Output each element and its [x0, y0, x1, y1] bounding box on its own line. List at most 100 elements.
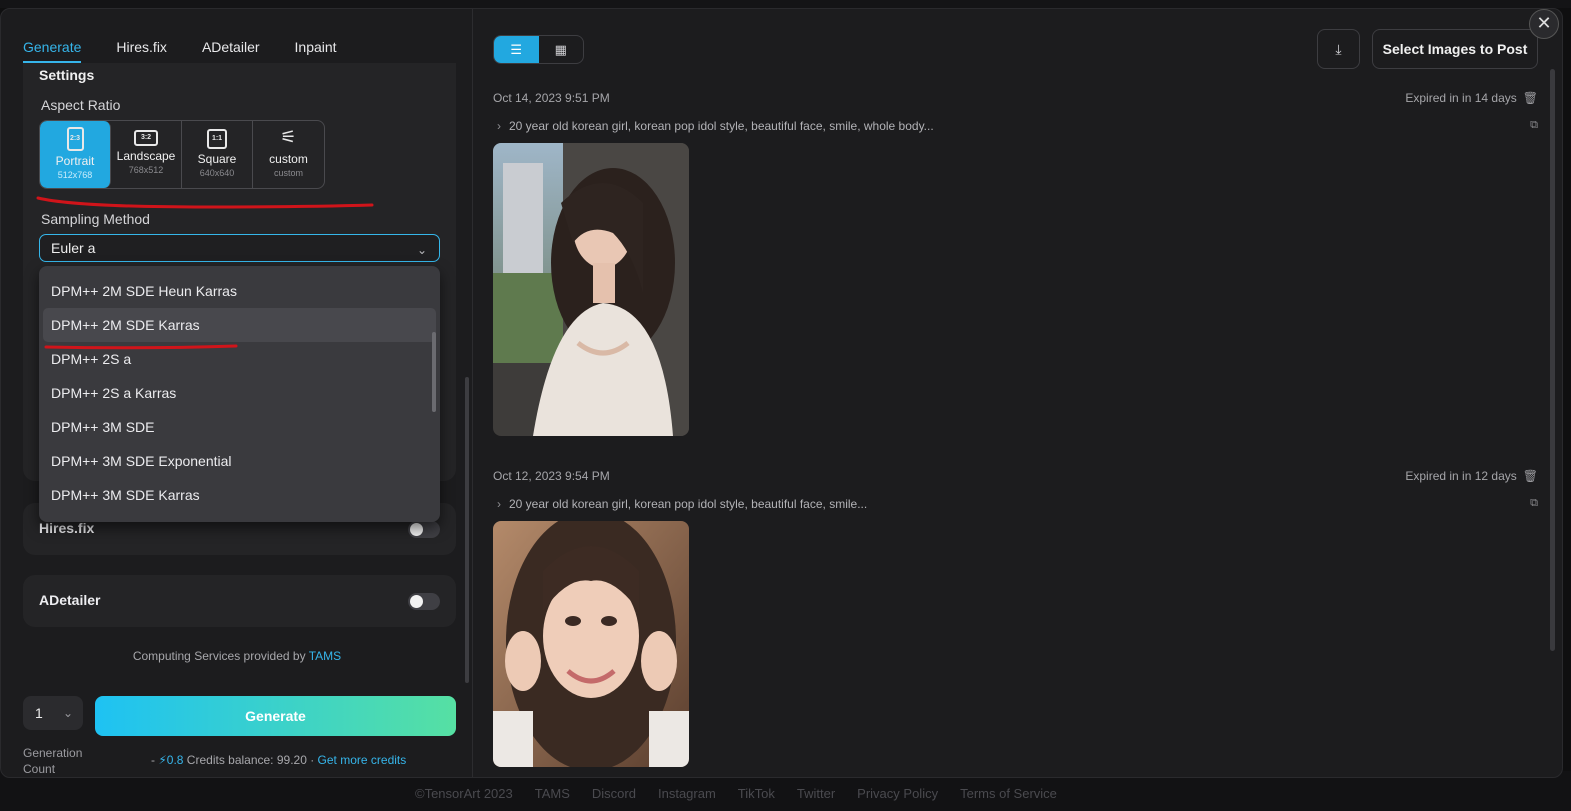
sliders-icon: ⚟	[280, 127, 297, 147]
tab-bar: Generate Hires.fix ADetailer Inpaint	[23, 39, 372, 63]
grid-view-icon[interactable]: ▦	[539, 36, 584, 63]
close-button[interactable]: ✕	[1529, 9, 1559, 39]
footer-link-terms[interactable]: Terms of Service	[960, 786, 1057, 801]
tab-generate[interactable]: Generate	[23, 39, 82, 63]
settings-title: Settings	[39, 67, 95, 83]
lightning-icon: ⚡	[158, 753, 167, 767]
credits-cost: 0.8	[166, 753, 184, 767]
ratio-name: Square	[197, 152, 237, 166]
generation-count-value: 1	[35, 705, 43, 721]
footer-link-twitter[interactable]: Twitter	[797, 786, 835, 801]
toggle-knob	[410, 595, 423, 608]
trash-icon[interactable]: 🗑	[1523, 91, 1538, 105]
select-images-to-post-button[interactable]: Select Images to Post	[1372, 29, 1538, 69]
settings-scrollbar[interactable]	[465, 377, 469, 683]
credits-balance: Credits balance: 99.20 ·	[183, 753, 318, 767]
copy-icon[interactable]: ⧉	[1530, 119, 1538, 132]
provider-note: Computing Services provided by TAMS	[1, 649, 473, 663]
annotation-underline	[36, 196, 374, 209]
download-button[interactable]: ⤓	[1317, 29, 1360, 69]
sampling-method-dropdown: DPM++ 2M SDE Heun Karras DPM++ 2M SDE Ka…	[39, 266, 440, 522]
credits-info: - ⚡0.8 Credits balance: 99.20 · Get more…	[151, 753, 406, 767]
ratio-size: 768x512	[128, 165, 164, 175]
portrait-ratio-icon: 2:3	[66, 127, 84, 151]
chevron-down-icon: ⌄	[416, 243, 427, 257]
adetailer-card: ADetailer	[23, 575, 456, 627]
generation-count-select[interactable]: 1 ⌄	[23, 696, 83, 730]
trash-icon[interactable]: 🗑	[1523, 469, 1538, 483]
generate-button[interactable]: Generate	[95, 696, 456, 736]
footer-link-instagram[interactable]: Instagram	[658, 786, 716, 801]
get-more-credits-link[interactable]: Get more credits	[318, 753, 407, 767]
generation-modal: Generate Hires.fix ADetailer Inpaint Set…	[0, 8, 1563, 778]
settings-panel: Generate Hires.fix ADetailer Inpaint Set…	[1, 9, 473, 777]
ratio-name: custom	[269, 152, 308, 166]
entry-prompt-text: 20 year old korean girl, korean pop idol…	[509, 119, 934, 133]
footer-link-privacy[interactable]: Privacy Policy	[857, 786, 938, 801]
footer-copyright[interactable]: ©TensorArt 2023	[415, 786, 513, 801]
chevron-down-icon: ⌄	[62, 706, 73, 720]
ratio-option-square[interactable]: 1:1 Square 640x640	[182, 121, 253, 188]
ratio-size: custom	[273, 168, 303, 178]
landscape-ratio-icon: 3:2	[134, 130, 158, 146]
annotation-underline	[44, 344, 238, 350]
dropdown-scrollbar[interactable]	[432, 332, 436, 412]
close-icon: ✕	[1536, 13, 1552, 33]
download-icon: ⤓	[1335, 41, 1342, 57]
adetailer-toggle[interactable]	[408, 593, 440, 610]
adetailer-label: ADetailer	[39, 592, 101, 608]
sampling-method-select[interactable]: Euler a ⌄	[39, 234, 440, 262]
entry-expiry-text: Expired in in 12 days	[1405, 469, 1517, 483]
chevron-right-icon: ›	[497, 119, 501, 133]
generated-image-picture	[493, 143, 689, 436]
list-view-icon[interactable]: ☰	[494, 36, 539, 63]
sampling-option[interactable]: DPM++ 2S a Karras	[39, 376, 440, 410]
entry-prompt-text: 20 year old korean girl, korean pop idol…	[509, 497, 868, 511]
tab-adetailer[interactable]: ADetailer	[202, 39, 260, 63]
entry-prompt[interactable]: › 20 year old korean girl, korean pop ido…	[497, 497, 867, 511]
aspect-ratio-label: Aspect Ratio	[41, 97, 121, 113]
ratio-name: Portrait	[55, 154, 95, 168]
ratio-option-custom[interactable]: ⚟ custom custom	[253, 121, 324, 188]
footer-link-tams[interactable]: TAMS	[535, 786, 570, 801]
footer-link-discord[interactable]: Discord	[592, 786, 636, 801]
ratio-option-landscape[interactable]: 3:2 Landscape 768x512	[111, 121, 182, 188]
chevron-right-icon: ›	[497, 497, 501, 511]
provider-link[interactable]: TAMS	[309, 649, 341, 663]
provider-text: Computing Services provided by	[132, 649, 309, 663]
ratio-size: 640x640	[199, 168, 235, 178]
site-footer: ©TensorArt 2023 TAMS Discord Instagram T…	[415, 786, 1057, 801]
ratio-name: Landscape	[116, 149, 176, 163]
sampling-method-label: Sampling Method	[41, 211, 150, 227]
generated-image[interactable]	[493, 143, 689, 436]
generated-image[interactable]	[493, 521, 689, 767]
tab-inpaint[interactable]: Inpaint	[295, 39, 337, 63]
square-ratio-icon: 1:1	[207, 129, 227, 149]
view-mode-toggle: ☰ ▦	[493, 35, 584, 64]
sampling-option[interactable]: DPM++ 3M SDE Exponential	[39, 444, 440, 478]
toggle-knob	[410, 523, 423, 536]
tab-hires-fix[interactable]: Hires.fix	[116, 39, 167, 63]
aspect-ratio-selector: 2:3 Portrait 512x768 3:2 Landscape 768x5…	[39, 120, 325, 189]
entry-expiry: Expired in in 14 days 🗑	[1405, 91, 1538, 105]
entry-date: Oct 12, 2023 9:54 PM	[493, 469, 610, 483]
sampling-option[interactable]: DPM++ 2M SDE Heun Karras	[39, 274, 440, 308]
entry-expiry: Expired in in 12 days 🗑	[1405, 469, 1538, 483]
footer-link-tiktok[interactable]: TikTok	[738, 786, 775, 801]
generation-count-label: Generation Count	[23, 746, 83, 776]
sampling-option[interactable]: DPM++ 3M SDE	[39, 410, 440, 444]
sampling-option-highlighted[interactable]: DPM++ 2M SDE Karras	[43, 308, 436, 342]
ratio-size: 512x768	[57, 170, 93, 180]
entry-date: Oct 14, 2023 9:51 PM	[493, 91, 610, 105]
sampling-option[interactable]: DPM++ 3M SDE Karras	[39, 478, 440, 512]
entry-expiry-text: Expired in in 14 days	[1405, 91, 1517, 105]
background-header	[0, 0, 1571, 8]
copy-icon[interactable]: ⧉	[1530, 497, 1538, 510]
results-scrollbar[interactable]	[1550, 69, 1555, 651]
hires-fix-label: Hires.fix	[39, 520, 95, 536]
sampling-method-value: Euler a	[51, 240, 96, 256]
entry-prompt[interactable]: › 20 year old korean girl, korean pop ido…	[497, 119, 934, 133]
hires-fix-toggle[interactable]	[408, 521, 440, 538]
ratio-option-portrait[interactable]: 2:3 Portrait 512x768	[40, 121, 111, 188]
generated-image-picture	[493, 521, 689, 767]
